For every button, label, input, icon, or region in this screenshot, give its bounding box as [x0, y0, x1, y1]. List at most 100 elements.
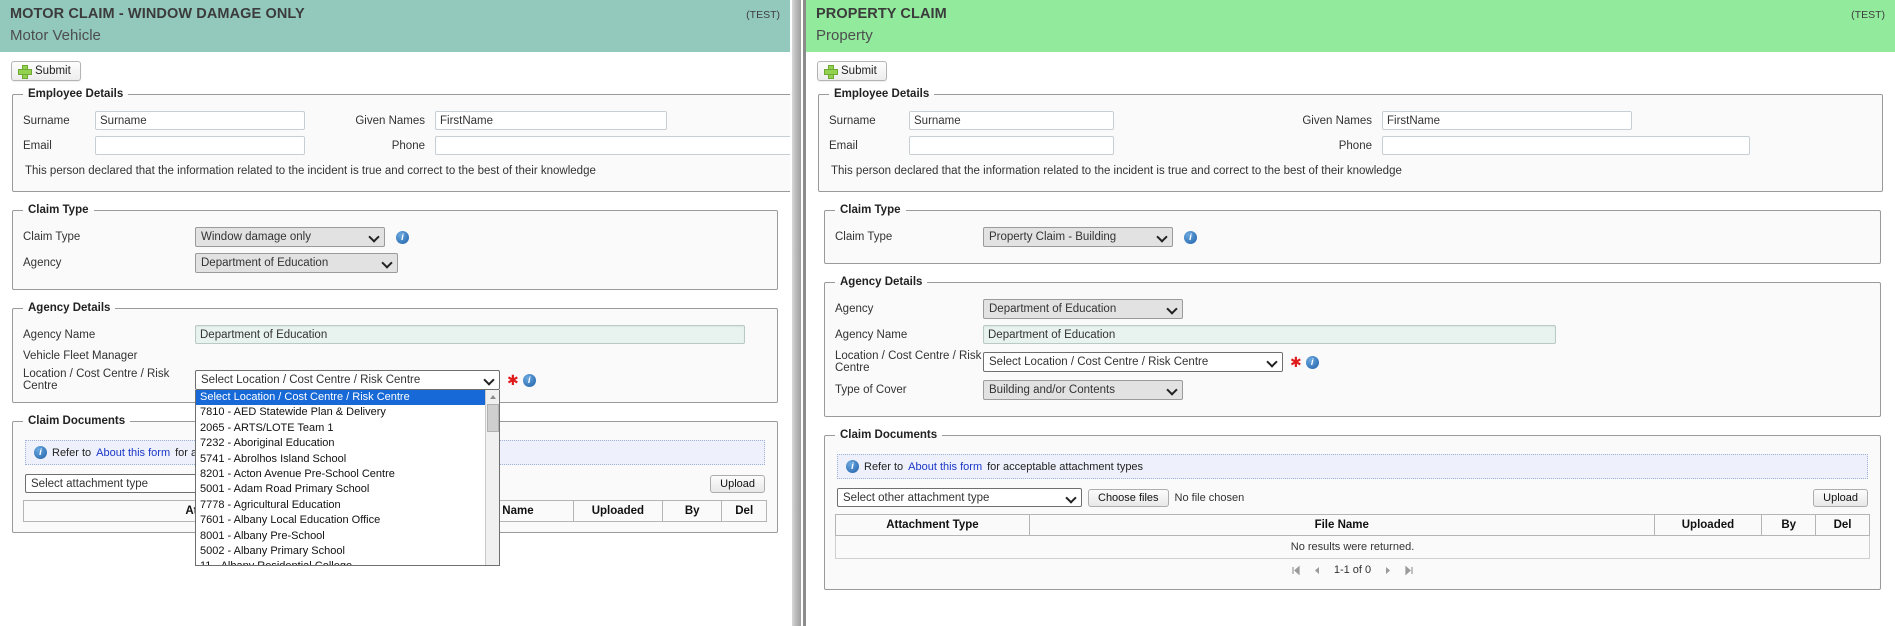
property-claim-banner: PROPERTY CLAIM Property (TEST) — [806, 0, 1895, 52]
phone-input[interactable] — [1382, 136, 1750, 155]
location-option[interactable]: 5002 - Albany Primary School — [196, 544, 485, 559]
claim-type-select-value: Property Claim - Building — [989, 231, 1117, 243]
location-option[interactable]: 7232 - Aboriginal Education — [196, 436, 485, 451]
claim-type-select[interactable]: Property Claim - Building — [983, 227, 1173, 247]
claim-type-row: Claim Type Window damage only i — [23, 227, 767, 247]
given-names-input[interactable] — [435, 111, 667, 130]
location-select[interactable]: Select Location / Cost Centre / Risk Cen… — [983, 352, 1283, 372]
location-option[interactable]: 8201 - Acton Avenue Pre-School Centre — [196, 467, 485, 482]
chevron-down-icon — [1268, 357, 1277, 366]
first-page-icon[interactable] — [1290, 564, 1303, 577]
info-icon: i — [34, 446, 47, 459]
location-row: Location / Cost Centre / Risk Centre Sel… — [23, 368, 767, 566]
given-names-label: Given Names — [355, 114, 425, 127]
environment-tag: (TEST) — [1851, 9, 1885, 21]
location-option-list[interactable]: Select Location / Cost Centre / Risk Cen… — [195, 390, 500, 566]
location-option[interactable]: 5741 - Abrolhos Island School — [196, 452, 485, 467]
table-row: No results were returned. — [835, 535, 1870, 559]
email-label: Email — [829, 139, 858, 152]
surname-input[interactable] — [95, 111, 305, 130]
scroll-up-icon[interactable] — [486, 390, 499, 403]
plus-icon — [18, 65, 32, 79]
fleet-manager-label: Vehicle Fleet Manager — [23, 350, 138, 362]
location-option[interactable]: 11 - Albany Residential College — [196, 559, 485, 565]
location-select[interactable]: Select Location / Cost Centre / Risk Cen… — [195, 370, 500, 390]
col-by: By — [1761, 514, 1817, 536]
attachment-type-value: Select other attachment type — [843, 491, 990, 504]
last-page-icon[interactable] — [1402, 564, 1415, 577]
agency-name-label: Agency Name — [835, 328, 908, 341]
given-names-input[interactable] — [1382, 111, 1632, 130]
required-asterisk: ✱ — [1290, 354, 1302, 370]
scrollbar-thumb[interactable] — [487, 404, 499, 432]
phone-label: Phone — [1338, 139, 1372, 152]
agency-select[interactable]: Department of Education — [983, 299, 1183, 319]
location-dropdown-wrap: Select Location / Cost Centre / Risk Cen… — [195, 370, 500, 566]
upload-button[interactable]: Upload — [1813, 488, 1868, 507]
next-page-icon[interactable] — [1382, 564, 1395, 577]
claim-documents-legend: Claim Documents — [28, 415, 126, 427]
type-of-cover-value: Building and/or Contents — [989, 384, 1115, 396]
location-option[interactable]: Select Location / Cost Centre / Risk Cen… — [196, 390, 485, 406]
page-subtitle: Property — [816, 27, 873, 44]
no-file-chosen-label: No file chosen — [1174, 491, 1245, 504]
prev-page-icon[interactable] — [1310, 564, 1323, 577]
surname-input[interactable] — [909, 111, 1114, 130]
claim-type-select[interactable]: Window damage only — [195, 227, 385, 247]
about-this-form-link[interactable]: About this form — [908, 461, 982, 473]
agency-name-label: Agency Name — [23, 328, 96, 341]
phone-input[interactable] — [435, 136, 790, 155]
file-controls: Select other attachment type Choose file… — [837, 488, 1244, 507]
agency-details-legend: Agency Details — [840, 276, 923, 288]
agency-details-fieldset: Agency Details Agency Department of Educ… — [824, 276, 1881, 417]
chevron-down-icon — [383, 258, 392, 267]
claim-documents-fieldset: Claim Documents i Refer to About this fo… — [824, 429, 1881, 590]
claim-type-info-icon[interactable]: i — [1184, 230, 1197, 244]
chevron-down-icon — [1067, 493, 1076, 502]
agency-name-row: Agency Name — [23, 325, 767, 344]
upload-button[interactable]: Upload — [710, 474, 765, 493]
chevron-down-icon — [1168, 304, 1177, 313]
email-input[interactable] — [95, 136, 305, 155]
claim-documents-legend: Claim Documents — [840, 429, 938, 441]
agency-label: Agency — [835, 303, 874, 315]
location-option[interactable]: 5001 - Adam Road Primary School — [196, 482, 485, 497]
declaration-text: This person declared that the informatio… — [25, 165, 596, 177]
location-info-icon[interactable]: i — [1305, 355, 1319, 369]
chevron-down-icon — [485, 375, 494, 384]
chevron-down-icon — [370, 232, 379, 241]
location-option[interactable]: 7810 - AED Statewide Plan & Delivery — [196, 405, 485, 420]
page-title: MOTOR CLAIM - WINDOW DAMAGE ONLY — [10, 6, 305, 22]
location-select-value: Select Location / Cost Centre / Risk Cen… — [989, 356, 1209, 368]
employee-details-legend: Employee Details — [834, 88, 930, 100]
dropdown-scrollbar[interactable] — [485, 390, 499, 565]
location-info-icon[interactable]: i — [522, 373, 536, 387]
choose-files-button[interactable]: Choose files — [1088, 488, 1169, 507]
property-claim-panel: PROPERTY CLAIM Property (TEST) Submit Em… — [806, 0, 1895, 626]
property-toolbar: Submit — [806, 52, 1895, 88]
claim-type-row: Claim Type Property Claim - Building i — [835, 227, 1870, 247]
location-option[interactable]: 2065 - ARTS/LOTE Team 1 — [196, 421, 485, 436]
location-option[interactable]: 7601 - Albany Local Education Office — [196, 513, 485, 528]
location-option[interactable]: 7778 - Agricultural Education — [196, 498, 485, 513]
employee-details-fieldset: Employee Details Surname Given Names Ema… — [12, 88, 790, 192]
col-del: Del — [1815, 514, 1870, 536]
location-option[interactable]: 8001 - Albany Pre-School — [196, 529, 485, 544]
type-of-cover-select[interactable]: Building and/or Contents — [983, 380, 1183, 400]
about-this-form-link[interactable]: About this form — [96, 447, 170, 459]
submit-button[interactable]: Submit — [11, 61, 81, 81]
surname-label: Surname — [829, 114, 876, 127]
agency-row: Agency Department of Education — [23, 253, 767, 273]
col-file-name: File Name — [1028, 514, 1655, 536]
attachment-type-select[interactable]: Select other attachment type — [837, 488, 1082, 507]
motor-claim-banner: MOTOR CLAIM - WINDOW DAMAGE ONLY Motor V… — [0, 0, 790, 52]
agency-row: Agency Department of Education — [835, 299, 1870, 319]
claim-type-info-icon[interactable]: i — [396, 230, 409, 244]
email-input[interactable] — [909, 136, 1114, 155]
submit-button-label: Submit — [841, 65, 877, 77]
agency-select[interactable]: Department of Education — [195, 253, 398, 273]
attachments-table: Attachment Type File Name Uploaded By De… — [835, 514, 1870, 559]
submit-button[interactable]: Submit — [817, 61, 887, 81]
col-uploaded: Uploaded — [572, 500, 663, 522]
col-attachment-type: Attachment Type — [835, 514, 1030, 536]
